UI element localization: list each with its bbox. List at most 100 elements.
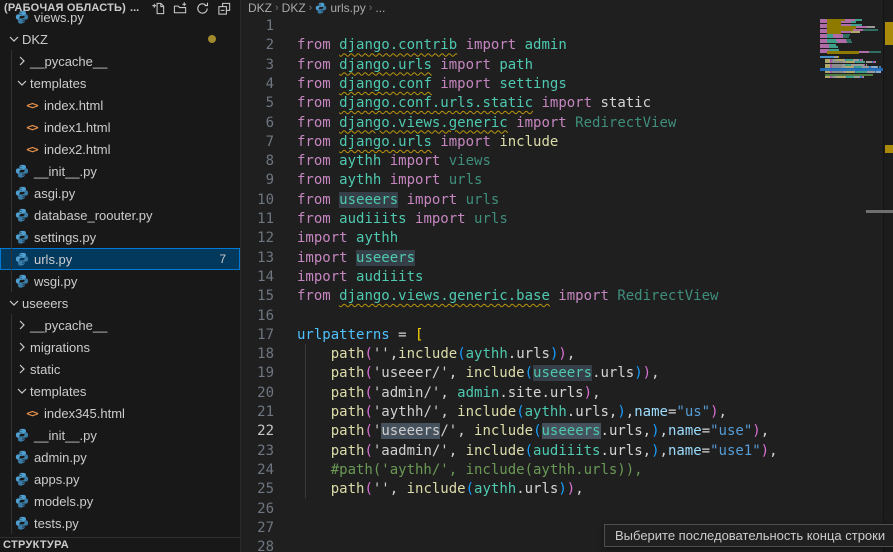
- tree-folder-templates[interactable]: templates: [0, 72, 240, 94]
- line-number[interactable]: 28: [241, 539, 274, 552]
- tree-file-settings-py[interactable]: settings.py: [0, 226, 240, 248]
- minimap-line-segment: [863, 29, 879, 31]
- code-line-19[interactable]: 19 path('useeer/', include(useeers.urls)…: [241, 363, 893, 383]
- indent-guide: [305, 344, 306, 498]
- tree-file-index1-html[interactable]: <>index1.html: [0, 116, 240, 138]
- code-line-17[interactable]: 17 urlpatterns = [: [241, 325, 893, 345]
- line-number[interactable]: 11: [241, 211, 274, 227]
- line-number[interactable]: 4: [241, 76, 274, 92]
- chevron-down-icon[interactable]: [14, 383, 30, 399]
- code-line-20[interactable]: 20 path('admin/', admin.site.urls),: [241, 383, 893, 403]
- tree-file--init-py[interactable]: __init__.py: [0, 160, 240, 182]
- code-line-25[interactable]: 25 path('', include(aythh.urls)),: [241, 479, 893, 499]
- breadcrumb-item[interactable]: urls.py: [330, 1, 365, 15]
- line-number[interactable]: 6: [241, 115, 274, 131]
- chevron-right-icon[interactable]: [14, 53, 30, 69]
- code-line-23[interactable]: 23 path('aadmin/', include(audiiits.urls…: [241, 441, 893, 461]
- code-text: urlpatterns = [: [297, 327, 423, 343]
- overview-ruler[interactable]: [883, 0, 893, 552]
- code-line-4[interactable]: 4from django.conf import settings: [241, 74, 893, 94]
- line-number[interactable]: 16: [241, 308, 274, 324]
- code-line-21[interactable]: 21 path('aythh/', include(aythh.urls,),n…: [241, 402, 893, 422]
- code-line-10[interactable]: 10from useeers import urls: [241, 190, 893, 210]
- tree-folder-migrations[interactable]: migrations: [0, 336, 240, 358]
- line-number[interactable]: 9: [241, 172, 274, 188]
- code-line-7[interactable]: 7from django.urls import include: [241, 132, 893, 152]
- chevron-down-icon[interactable]: [6, 31, 22, 47]
- code-line-12[interactable]: 12import aythh: [241, 228, 893, 248]
- line-number[interactable]: 1: [241, 18, 274, 34]
- line-number[interactable]: 21: [241, 404, 274, 420]
- tree-file-index345-html[interactable]: <>index345.html: [0, 402, 240, 424]
- tree-file-tests-py[interactable]: tests.py: [0, 512, 240, 534]
- line-number[interactable]: 8: [241, 153, 274, 169]
- tree-folder-useeers[interactable]: useeers: [0, 292, 240, 314]
- code-line-18[interactable]: 18 path('',include(aythh.urls)),: [241, 344, 893, 364]
- code-line-1[interactable]: 1: [241, 16, 893, 36]
- tree-file-index2-html[interactable]: <>index2.html: [0, 138, 240, 160]
- tree-folder-templates[interactable]: templates: [0, 380, 240, 402]
- tree-file-asgi-py[interactable]: asgi.py: [0, 182, 240, 204]
- code-line-13[interactable]: 13import useeers: [241, 248, 893, 268]
- code-line-22[interactable]: 22 path('useeers/', include(useeers.urls…: [241, 421, 893, 441]
- tree-file-apps-py[interactable]: apps.py: [0, 468, 240, 490]
- line-number[interactable]: 13: [241, 250, 274, 266]
- code-line-9[interactable]: 9from aythh import urls: [241, 170, 893, 190]
- code-line-3[interactable]: 3from django.urls import path: [241, 55, 893, 75]
- tree-folder-dkz[interactable]: DKZ: [0, 28, 240, 50]
- tree-folder--pycache-[interactable]: __pycache__: [0, 314, 240, 336]
- line-number[interactable]: 17: [241, 327, 274, 343]
- line-number[interactable]: 27: [241, 520, 274, 536]
- line-number[interactable]: 5: [241, 95, 274, 111]
- minimap[interactable]: [820, 14, 883, 224]
- code-line-11[interactable]: 11from audiiits import urls: [241, 209, 893, 229]
- line-number[interactable]: 25: [241, 481, 274, 497]
- chevron-right-icon[interactable]: [14, 339, 30, 355]
- editor-pane[interactable]: DKZ›DKZ›urls.py›... 12from django.contri…: [241, 0, 893, 552]
- code-line-14[interactable]: 14import audiiits: [241, 267, 893, 287]
- code-line-16[interactable]: 16: [241, 306, 893, 326]
- line-number[interactable]: 2: [241, 37, 274, 53]
- tree-file-database-roouter-py[interactable]: database_roouter.py: [0, 204, 240, 226]
- chevron-right-icon[interactable]: [14, 317, 30, 333]
- line-number[interactable]: 3: [241, 57, 274, 73]
- outline-section-header[interactable]: СТРУКТУРА: [0, 537, 240, 552]
- line-number[interactable]: 23: [241, 443, 274, 459]
- line-number[interactable]: 24: [241, 462, 274, 478]
- line-number[interactable]: 18: [241, 346, 274, 362]
- code-line-2[interactable]: 2from django.contrib import admin: [241, 35, 893, 55]
- line-number[interactable]: 14: [241, 269, 274, 285]
- chevron-down-icon[interactable]: [6, 295, 22, 311]
- code-line-24[interactable]: 24 #path('aythh/', include(aythh.urls)),: [241, 460, 893, 480]
- line-number[interactable]: 22: [241, 423, 274, 439]
- line-number[interactable]: 12: [241, 230, 274, 246]
- tree-file-index-html[interactable]: <>index.html: [0, 94, 240, 116]
- tree-file-wsgi-py[interactable]: wsgi.py: [0, 270, 240, 292]
- code-line-26[interactable]: 26: [241, 499, 893, 519]
- breadcrumb-item[interactable]: DKZ: [282, 1, 306, 15]
- breadcrumb-item[interactable]: ...: [375, 1, 385, 15]
- tree-folder--pycache-[interactable]: __pycache__: [0, 50, 240, 72]
- tree-file-urls-py[interactable]: urls.py7: [0, 248, 240, 270]
- chevron-right-icon[interactable]: [14, 361, 30, 377]
- code-text: path('aadmin/', include(audiiits.urls,),…: [297, 443, 778, 459]
- line-number[interactable]: 10: [241, 192, 274, 208]
- line-number[interactable]: 20: [241, 385, 274, 401]
- line-number[interactable]: 19: [241, 365, 274, 381]
- breadcrumb-item[interactable]: DKZ: [248, 1, 272, 15]
- line-number[interactable]: 26: [241, 501, 274, 517]
- code-line-5[interactable]: 5from django.conf.urls.static import sta…: [241, 93, 893, 113]
- tree-file-models-py[interactable]: models.py: [0, 490, 240, 512]
- code-line-8[interactable]: 8from aythh import views: [241, 151, 893, 171]
- tree-file-admin-py[interactable]: admin.py: [0, 446, 240, 468]
- code-line-15[interactable]: 15from django.views.generic.base import …: [241, 286, 893, 306]
- chevron-down-icon[interactable]: [14, 75, 30, 91]
- code-line-6[interactable]: 6from django.views.generic import Redire…: [241, 113, 893, 133]
- python-file-icon: [14, 9, 30, 25]
- tree-file-views-py[interactable]: views.py: [0, 6, 240, 28]
- tree-file--init-py[interactable]: __init__.py: [0, 424, 240, 446]
- html-file-icon: <>: [24, 405, 40, 421]
- tree-folder-static[interactable]: static: [0, 358, 240, 380]
- line-number[interactable]: 15: [241, 288, 274, 304]
- line-number[interactable]: 7: [241, 134, 274, 150]
